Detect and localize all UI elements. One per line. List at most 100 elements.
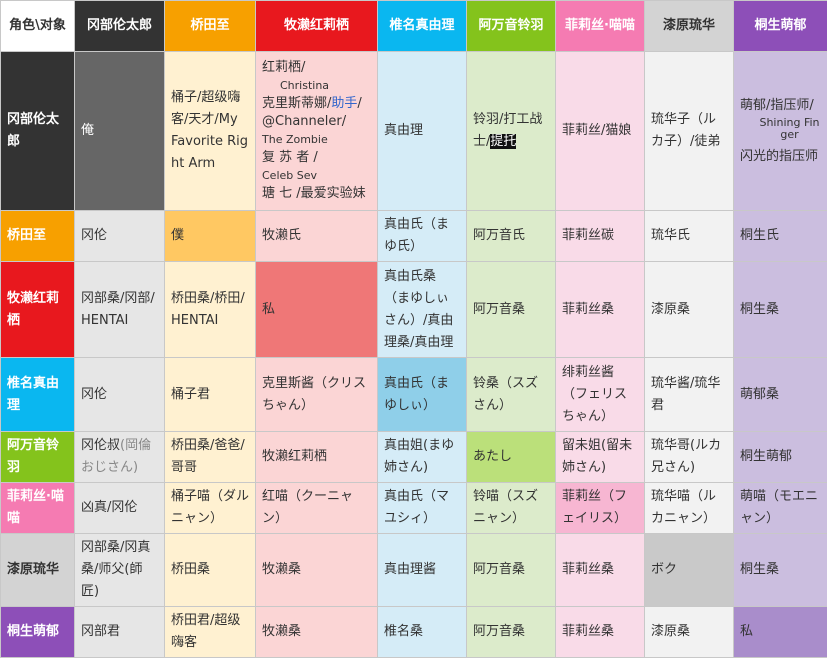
cell-text: 瑭 七 /最爱实验妹 [262,186,366,201]
cell: 桐生氏 [733,210,827,262]
cell: 真由氏（まゆしぃ） [377,357,467,432]
cell: 铃羽/打工战士/提托 [466,51,556,211]
cell: 桥田君/超级嗨客 [164,606,256,658]
cell: 私 [733,606,827,658]
cell: 真由氏（まゆ氏） [377,210,467,262]
cell: 桥田桑/爸爸/哥哥 [164,431,256,483]
header-suzuha: 阿万音铃羽 [466,0,556,52]
table-row-mayuri: 椎名真由理 冈伦 桶子君 克里斯酱（クリスちゃん） 真由氏（まゆしぃ） 铃桑（ス… [0,357,827,432]
assistant-link[interactable]: 助手 [331,96,357,111]
cell: 绯莉丝酱（フェリスちゃん） [555,357,645,432]
cell: 红莉栖/ Christina 克里斯蒂娜/助手/@Channeler/ The … [255,51,378,211]
cell: 冈部桑/冈真桑/师父(師匠) [74,533,165,607]
cell: 真由理酱 [377,533,467,607]
table-row-faris: 菲莉丝·喵喵 凶真/冈伦 桶子喵（ダルニャン） 红喵（クーニャン） 真由氏（マユ… [0,482,827,534]
cell-text: Celeb Sev [262,169,318,182]
cell: 铃喵（スズニャン） [466,482,556,534]
cell: 克里斯酱（クリスちゃん） [255,357,378,432]
cell-text: 克里斯蒂娜/ [262,96,332,111]
header-row: 角色\对象 冈部伦太郎 桥田至 牧濑红莉栖 椎名真由理 阿万音铃羽 菲莉丝·喵喵… [0,0,827,52]
table-row-okabe: 冈部伦太郎 俺 桶子/超级嗨客/天才/My Favorite Right Arm… [0,51,827,211]
header-moeka: 桐生萌郁 [733,0,827,52]
cell-text: 闪光的指压师 [740,148,819,164]
row-header-okabe: 冈部伦太郎 [0,51,75,211]
cell: 留未姐(留未姉さん) [555,431,645,483]
table-row-ruka: 漆原琉华 冈部桑/冈真桑/师父(師匠) 桥田桑 牧濑桑 真由理酱 阿万音桑 菲莉… [0,533,827,607]
cell-text: 红莉栖/ [262,60,306,75]
cell: 漆原桑 [644,261,734,358]
header-faris: 菲莉丝·喵喵 [555,0,645,52]
header-ruka: 漆原琉华 [644,0,734,52]
cell: あたし [466,431,556,483]
cell-text: 冈伦叔 [81,438,121,453]
cell: 菲莉丝碳 [555,210,645,262]
cell: 冈伦 [74,357,165,432]
cell: 真由理 [377,51,467,211]
cell: 真由姐(まゆ姉さん) [377,431,467,483]
cell: 菲莉丝桑 [555,533,645,607]
cell: 俺 [74,51,165,211]
cell: 桐生桑 [733,261,827,358]
cell: 凶真/冈伦 [74,482,165,534]
table-row-moeka: 桐生萌郁 冈部君 桥田君/超级嗨客 牧濑桑 椎名桑 阿万音桑 菲莉丝桑 漆原桑 … [0,606,827,658]
row-header-itaru: 桥田至 [0,210,75,262]
cell: 桥田桑/桥田/HENTAI [164,261,256,358]
cell: 菲莉丝桑 [555,261,645,358]
cell: 桶子/超级嗨客/天才/My Favorite Right Arm [164,51,256,211]
cell: 萌郁/指压师/ Shining Finger 闪光的指压师 [733,51,827,211]
cell: 阿万音桑 [466,261,556,358]
highlighted-text: 提托 [490,134,517,149]
header-mayuri: 椎名真由理 [377,0,467,52]
cell: 冈伦叔(岡倫おじさん) [74,431,165,483]
cell: 牧濑桑 [255,606,378,658]
cell: 红喵（クーニャン） [255,482,378,534]
cell-text: The Zombie [262,133,328,146]
row-header-ruka: 漆原琉华 [0,533,75,607]
cell: 菲莉丝桑 [555,606,645,658]
cell: 牧濑红莉栖 [255,431,378,483]
cell: 真由氏桑（まゆしぃさん）/真由理桑/真由理 [377,261,467,358]
cell: 萌喵（モエニャン） [733,482,827,534]
cell: 桶子君 [164,357,256,432]
cell: 铃桑（スズさん） [466,357,556,432]
cell-text: 复 苏 者 / [262,150,318,165]
cell-text: Christina [280,79,330,92]
header-kurisu: 牧濑红莉栖 [255,0,378,52]
cell: 真由氏（マユシィ） [377,482,467,534]
cell: 桶子喵（ダルニャン） [164,482,256,534]
cell: 琉华喵（ルカニャン） [644,482,734,534]
row-header-moeka: 桐生萌郁 [0,606,75,658]
cell: 琉华子（ルカ子）/徒弟 [644,51,734,211]
cell: 私 [255,261,378,358]
cell: 牧濑氏 [255,210,378,262]
cell: 阿万音桑 [466,533,556,607]
row-header-mayuri: 椎名真由理 [0,357,75,432]
table-row-kurisu: 牧濑红莉栖 冈部桑/冈部/HENTAI 桥田桑/桥田/HENTAI 私 真由氏桑… [0,261,827,358]
cell: 桐生萌郁 [733,431,827,483]
cell: 僕 [164,210,256,262]
cell: 椎名桑 [377,606,467,658]
character-address-table: 角色\对象 冈部伦太郎 桥田至 牧濑红莉栖 椎名真由理 阿万音铃羽 菲莉丝·喵喵… [0,0,827,658]
cell: 冈部桑/冈部/HENTAI [74,261,165,358]
cell: 冈部君 [74,606,165,658]
row-header-suzuha: 阿万音铃羽 [0,431,75,483]
table-row-itaru: 桥田至 冈伦 僕 牧濑氏 真由氏（まゆ氏） 阿万音氏 菲莉丝碳 琉华氏 桐生氏 [0,210,827,262]
cell: 琉华哥(ルカ兄さん) [644,431,734,483]
cell: 漆原桑 [644,606,734,658]
cell: 菲莉丝/猫娘 [555,51,645,211]
header-okabe: 冈部伦太郎 [74,0,165,52]
table-row-suzuha: 阿万音铃羽 冈伦叔(岡倫おじさん) 桥田桑/爸爸/哥哥 牧濑红莉栖 真由姐(まゆ… [0,431,827,483]
cell: 琉华氏 [644,210,734,262]
cell: 牧濑桑 [255,533,378,607]
cell: 冈伦 [74,210,165,262]
header-corner: 角色\对象 [0,0,75,52]
cell-text: Shining Finger [759,115,820,141]
cell: 琉华酱/琉华君 [644,357,734,432]
cell: 阿万音氏 [466,210,556,262]
cell: 阿万音桑 [466,606,556,658]
cell: ボク [644,533,734,607]
row-header-faris: 菲莉丝·喵喵 [0,482,75,534]
row-header-kurisu: 牧濑红莉栖 [0,261,75,358]
cell: 桥田桑 [164,533,256,607]
cell: 菲莉丝（フェイリス） [555,482,645,534]
